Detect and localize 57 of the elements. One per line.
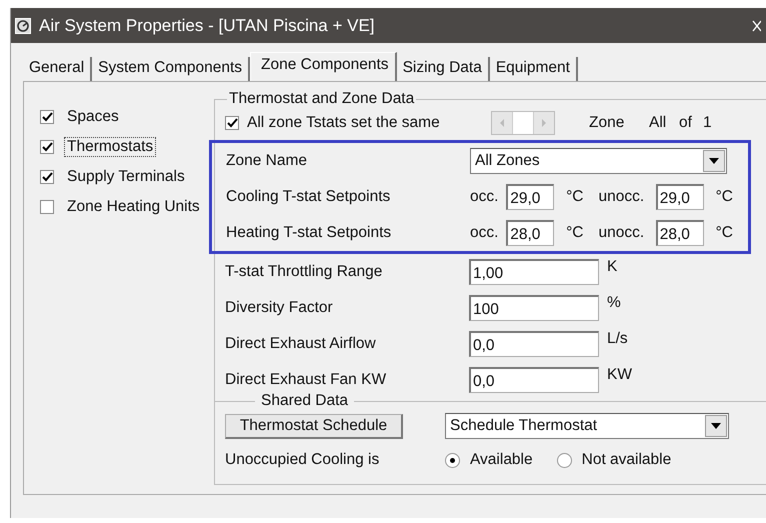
field-label: Unoccupied Cooling is [225,451,380,469]
checkbox[interactable] [40,170,54,184]
unit-label: L/s [606,330,628,348]
caret-icon [709,158,719,164]
zone-name-dropdown[interactable]: All Zones [470,148,727,174]
zone-label: Zone [589,114,626,132]
input-field[interactable]: 1,00 [469,259,599,285]
group-title: Shared Data [260,392,350,410]
checkbox[interactable] [40,110,54,124]
checkbox[interactable] [40,200,54,214]
unit-label: K [606,258,618,276]
field-label: Heating T-stat Setpoints [226,224,392,242]
radio-label[interactable]: Not available [582,451,672,469]
input-field[interactable]: 0,0 [469,331,599,357]
unit-label: °C [565,188,585,206]
unoccupied-label: unocc. [598,224,646,242]
unit-label: KW [606,366,632,384]
input-field[interactable]: 28,0 [656,220,704,246]
input-field[interactable]: 100 [469,295,599,321]
schedule-button[interactable]: Thermostat Schedule [225,414,403,438]
checkbox[interactable] [225,116,239,130]
zone-count: 1 [703,114,712,132]
unoccupied-label: unocc. [598,188,646,206]
checkbox-label[interactable]: All zone Tstats set the same [247,114,491,132]
field-label: T-stat Throttling Range [225,263,384,281]
field-label: Cooling T-stat Setpoints [226,188,392,206]
unit-label: °C [714,188,734,206]
caret-icon [711,423,721,429]
checkbox-label[interactable]: Supply Terminals [64,167,188,187]
field-label: Direct Exhaust Fan KW [225,371,388,389]
tab[interactable]: Zone Components [250,52,397,81]
app-icon [15,18,31,34]
input-field[interactable]: 0,0 [469,367,599,393]
unit-label: °C [714,224,734,242]
checkbox-label[interactable]: Zone Heating Units [64,197,203,217]
field-label: Diversity Factor [225,299,334,317]
field-label: Zone Name [226,152,308,170]
group-title: Thermostat and Zone Data [228,90,416,108]
radio-button[interactable] [556,452,572,468]
checkbox-label[interactable]: Spaces [64,107,122,127]
occupied-label: occ. [470,224,500,242]
close-icon[interactable] [751,18,761,32]
unit-label: % [606,294,621,312]
input-field[interactable]: 28,0 [506,220,554,246]
zone-value: All [649,114,668,132]
checkbox-label[interactable]: Thermostats [64,137,156,157]
input-field[interactable]: 29,0 [656,184,704,210]
field-label: Direct Exhaust Airflow [225,335,377,353]
radio-label[interactable]: Available [470,451,533,469]
unit-label: °C [565,224,585,242]
checkbox[interactable] [40,140,54,154]
window-title: Air System Properties - [UTAN Piscina + VE] [39,16,376,36]
radio-button[interactable] [445,452,460,468]
input-field[interactable]: 29,0 [506,184,554,210]
of-label: of [679,114,693,132]
occupied-label: occ. [470,188,500,206]
schedule-dropdown[interactable]: Schedule Thermostat [445,413,729,439]
